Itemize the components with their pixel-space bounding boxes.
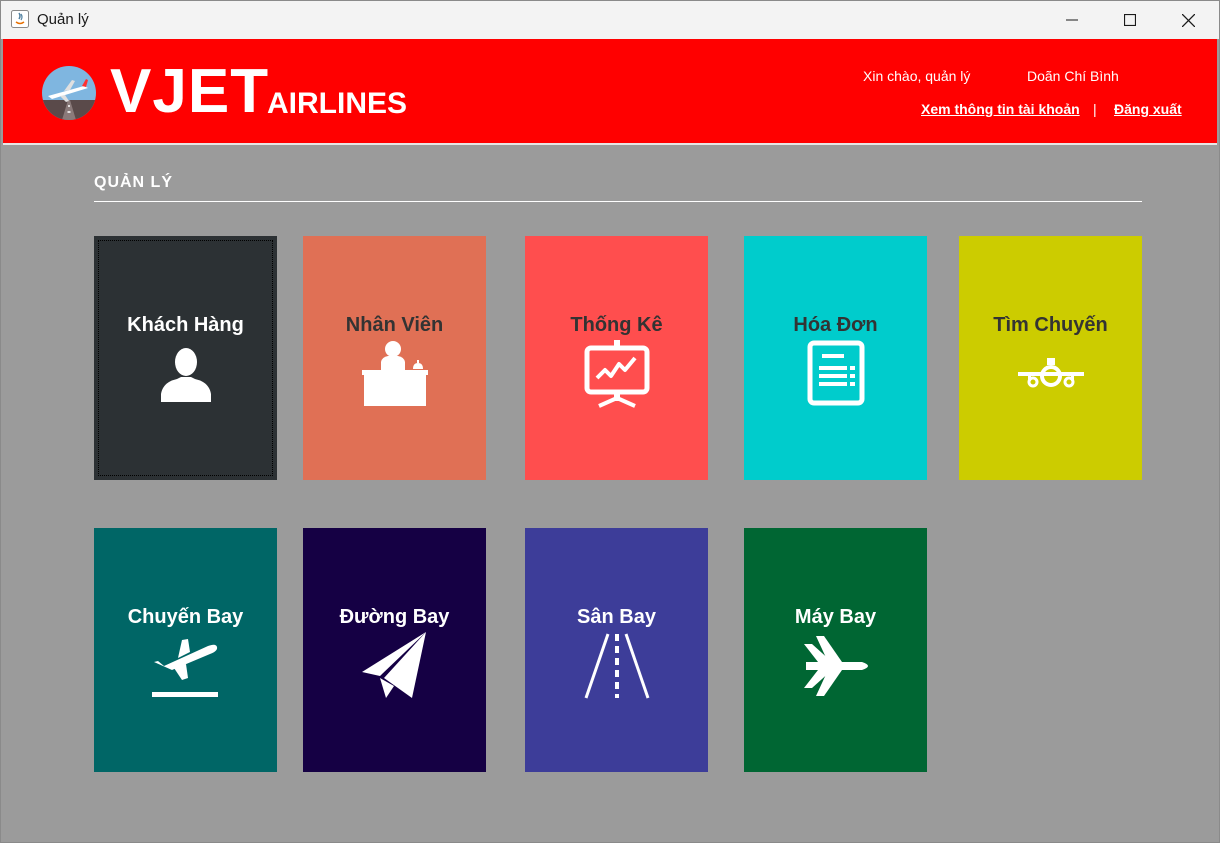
tile-flights[interactable]: Chuyến Bay [94,528,277,772]
header-divider [3,143,1217,145]
maximize-button[interactable] [1101,1,1159,39]
employee-icon [303,340,486,408]
tile-airports[interactable]: Sân Bay [525,528,708,772]
customer-icon [94,346,277,402]
section-title: QUẢN LÝ [94,174,173,191]
runway-icon [525,632,708,700]
window-title: Quản lý [37,11,89,28]
tile-label: Đường Bay [339,606,450,628]
tile-label: Chuyến Bay [127,606,244,628]
invoice-icon [744,340,927,406]
tile-label: Hóa Đơn [793,314,878,336]
airplane-icon [744,634,927,698]
tile-label: Nhân Viên [345,314,444,336]
header-banner: VJET AIRLINES Xin chào, quản lý Doãn Chí… [3,39,1217,143]
tile-invoices[interactable]: Hóa Đơn [744,236,927,480]
tile-aircraft[interactable]: Máy Bay [744,528,927,772]
logout-link[interactable]: Đăng xuất [1114,101,1182,117]
tile-label: Thống Kê [570,314,663,336]
minimize-icon [1066,19,1078,21]
java-app-icon [11,10,29,28]
tile-label: Tìm Chuyến [993,314,1108,336]
user-name: Doãn Chí Bình [1027,68,1119,84]
title-bar: Quản lý [1,1,1219,39]
tile-statistics[interactable]: Thống Kê [525,236,708,480]
tile-customers[interactable]: Khách Hàng [94,236,277,480]
tile-routes[interactable]: Đường Bay [303,528,486,772]
search-flight-icon [959,358,1142,390]
tile-label: Máy Bay [794,606,877,628]
route-icon [303,632,486,700]
brand-subtitle: AIRLINES [267,87,408,120]
tile-label: Khách Hàng [127,314,244,336]
close-icon [1181,13,1195,27]
maximize-icon [1124,14,1136,26]
close-button[interactable] [1159,1,1217,39]
tile-employees[interactable]: Nhân Viên [303,236,486,480]
airline-logo [42,66,96,120]
section-divider [94,201,1142,202]
app-window: Quản lý VJET AIRLINES Xin chào, quản lý … [0,0,1220,843]
tile-label: Sân Bay [577,606,656,628]
statistics-icon [525,340,708,408]
link-separator: | [1093,101,1097,117]
flight-departure-icon [94,636,277,700]
greeting-text: Xin chào, quản lý [863,68,971,84]
brand-name: VJET [110,57,270,126]
minimize-button[interactable] [1043,1,1101,39]
account-info-link[interactable]: Xem thông tin tài khoản [921,101,1080,117]
tile-search-flights[interactable]: Tìm Chuyến [959,236,1142,480]
